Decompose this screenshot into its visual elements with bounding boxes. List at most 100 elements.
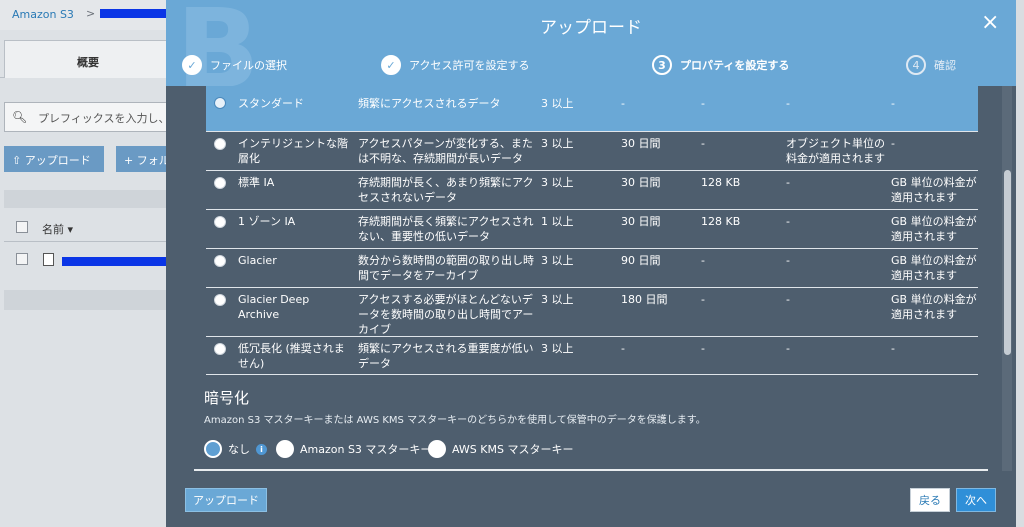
availability-zones: 3 以上 bbox=[541, 137, 574, 150]
availability-zones: 3 以上 bbox=[541, 97, 574, 110]
upload-button[interactable]: アップロード bbox=[185, 488, 267, 512]
upload-modal: B アップロード × ✓ ファイルの選択 ✓ アクセス許可を設定する 3 プロパ… bbox=[166, 0, 1016, 527]
bg-upload-label: アップロード bbox=[24, 154, 91, 167]
monitoring-fee: - bbox=[786, 293, 790, 306]
check-icon: ✓ bbox=[182, 55, 202, 75]
min-storage-duration: 30 日間 bbox=[621, 215, 661, 228]
toolbar-band bbox=[4, 190, 174, 208]
storage-class-radio[interactable] bbox=[214, 177, 226, 189]
step-label: 確認 bbox=[934, 59, 956, 72]
bg-folder-label: フォル bbox=[136, 154, 170, 167]
availability-zones: 3 以上 bbox=[541, 342, 574, 355]
storage-class-description: 頻繁にアクセスされるデータ bbox=[358, 97, 501, 110]
tab-overview[interactable]: 概要 bbox=[4, 40, 172, 78]
encryption-radio[interactable] bbox=[204, 440, 222, 458]
storage-class-radio[interactable] bbox=[214, 97, 226, 109]
plus-icon: + bbox=[124, 154, 137, 167]
monitoring-fee: - bbox=[786, 215, 790, 228]
modal-title: アップロード bbox=[540, 18, 642, 38]
monitoring-fee: - bbox=[786, 97, 790, 110]
retrieval-fee: GB 単位の料金が適用されます bbox=[891, 254, 977, 282]
redacted-bucket-name bbox=[100, 9, 176, 18]
next-button[interactable]: 次へ bbox=[956, 488, 996, 512]
storage-class-name: Glacier bbox=[238, 254, 277, 267]
storage-class-row-glacier[interactable]: Glacier 数分から数時間の範囲の取り出し時間でデータをアーカイブ 3 以上… bbox=[206, 249, 978, 288]
bg-upload-button[interactable]: ⇧ アップロード bbox=[4, 146, 104, 172]
step-set-permissions[interactable]: ✓ アクセス許可を設定する bbox=[381, 55, 529, 75]
monitoring-fee: - bbox=[786, 342, 790, 355]
storage-class-description: 数分から数時間の範囲の取り出し時間でデータをアーカイブ bbox=[358, 254, 534, 282]
step-review[interactable]: 4 確認 bbox=[906, 55, 956, 75]
section-divider bbox=[194, 469, 988, 471]
min-storage-duration: 90 日間 bbox=[621, 254, 661, 267]
storage-class-name: 標準 IA bbox=[238, 176, 275, 189]
close-icon[interactable]: × bbox=[981, 12, 999, 34]
encryption-heading: 暗号化 bbox=[204, 389, 250, 407]
breadcrumb-separator: > bbox=[86, 7, 96, 20]
encryption-option-label: AWS KMS マスターキー bbox=[452, 443, 574, 456]
redacted-file-name bbox=[62, 257, 170, 266]
scrollbar-thumb[interactable] bbox=[1004, 170, 1011, 355]
min-billable-size: 128 KB bbox=[701, 215, 741, 228]
encryption-radio[interactable] bbox=[276, 440, 294, 458]
upload-icon: ⇧ bbox=[12, 154, 25, 167]
encryption-option-label: Amazon S3 マスターキー bbox=[300, 443, 432, 456]
storage-class-row-standard-ia[interactable]: 標準 IA 存続期間が長く、あまり頻繁にアクセスされないデータ 3 以上 30 … bbox=[206, 171, 978, 210]
storage-class-radio[interactable] bbox=[214, 138, 226, 150]
availability-zones: 1 以上 bbox=[541, 215, 574, 228]
retrieval-fee: GB 単位の料金が適用されます bbox=[891, 293, 977, 321]
storage-class-row-reduced-redundancy[interactable]: 低冗長化 (推奨されません) 頻繁にアクセスされる重要度が低いデータ 3 以上 … bbox=[206, 337, 978, 375]
storage-class-name: 1 ゾーン IA bbox=[238, 215, 296, 228]
encryption-option-kms-key[interactable]: AWS KMS マスターキー bbox=[428, 440, 573, 458]
min-storage-duration: - bbox=[621, 97, 625, 110]
encryption-description: Amazon S3 マスターキーまたは AWS KMS マスターキーのどちらかを… bbox=[204, 415, 706, 426]
select-all-checkbox[interactable] bbox=[16, 221, 28, 233]
storage-class-radio[interactable] bbox=[214, 294, 226, 306]
step-label: プロパティを設定する bbox=[680, 59, 790, 72]
step-set-properties[interactable]: 3 プロパティを設定する bbox=[652, 55, 789, 75]
storage-class-description: アクセスパターンが変化する、または不明な、存続期間が長いデータ bbox=[358, 137, 533, 165]
storage-class-row-one-zone-ia[interactable]: 1 ゾーン IA 存続期間が長く頻繁にアクセスされない、重要性の低いデータ 1 … bbox=[206, 210, 978, 249]
step-label: ファイルの選択 bbox=[210, 59, 287, 72]
availability-zones: 3 以上 bbox=[541, 176, 574, 189]
storage-class-name: Glacier Deep Archive bbox=[238, 293, 310, 321]
encryption-option-none[interactable]: なし i bbox=[204, 440, 267, 458]
availability-zones: 3 以上 bbox=[541, 293, 574, 306]
column-name-header[interactable]: 名前 ▾ bbox=[42, 221, 73, 237]
storage-class-description: アクセスする必要がほとんどないデータを数時間の取り出し時間でアーカイブ bbox=[358, 293, 534, 336]
storage-class-name: インテリジェントな階層化 bbox=[238, 137, 348, 165]
storage-class-description: 存続期間が長く、あまり頻繁にアクセスされないデータ bbox=[358, 176, 534, 204]
step-select-files[interactable]: ✓ ファイルの選択 bbox=[182, 55, 287, 75]
storage-class-row-glacier-deep-archive[interactable]: Glacier Deep Archive アクセスする必要がほとんどないデータを… bbox=[206, 288, 978, 337]
min-billable-size: - bbox=[701, 293, 705, 306]
encryption-radio[interactable] bbox=[428, 440, 446, 458]
search-icon: 🔍︎ bbox=[12, 110, 28, 124]
encryption-option-s3-key[interactable]: Amazon S3 マスターキー bbox=[276, 440, 431, 458]
step-label: アクセス許可を設定する bbox=[409, 59, 530, 72]
breadcrumb-root-link[interactable]: Amazon S3 bbox=[12, 8, 74, 21]
file-list-header bbox=[4, 212, 174, 242]
info-icon[interactable]: i bbox=[256, 443, 267, 455]
monitoring-fee: - bbox=[786, 176, 790, 189]
storage-class-description: 存続期間が長く頻繁にアクセスされない、重要性の低いデータ bbox=[358, 215, 534, 243]
storage-class-description: 頻繁にアクセスされる重要度が低いデータ bbox=[358, 342, 534, 370]
min-billable-size: - bbox=[701, 137, 705, 150]
modal-header: B アップロード × ✓ ファイルの選択 ✓ アクセス許可を設定する 3 プロパ… bbox=[166, 0, 1016, 86]
min-storage-duration: 30 日間 bbox=[621, 137, 661, 150]
storage-class-radio[interactable] bbox=[214, 343, 226, 355]
back-button[interactable]: 戻る bbox=[910, 488, 950, 512]
min-storage-duration: 30 日間 bbox=[621, 176, 661, 189]
storage-class-radio[interactable] bbox=[214, 255, 226, 267]
storage-class-name: 低冗長化 (推奨されません) bbox=[238, 342, 345, 370]
min-billable-size: - bbox=[701, 254, 705, 267]
file-row-checkbox[interactable] bbox=[16, 253, 28, 265]
storage-class-radio[interactable] bbox=[214, 216, 226, 228]
step-number: 4 bbox=[906, 55, 926, 75]
storage-class-row-intelligent-tiering[interactable]: インテリジェントな階層化 アクセスパターンが変化する、または不明な、存続期間が長… bbox=[206, 132, 978, 171]
monitoring-fee: - bbox=[786, 254, 790, 267]
storage-class-row-standard[interactable]: スタンダード 頻繁にアクセスされるデータ 3 以上 - - - - bbox=[206, 86, 978, 132]
search-placeholder: プレフィックスを入力し、 bbox=[38, 112, 170, 125]
file-list-footer-band bbox=[4, 290, 174, 310]
min-storage-duration: - bbox=[621, 342, 625, 355]
availability-zones: 3 以上 bbox=[541, 254, 574, 267]
